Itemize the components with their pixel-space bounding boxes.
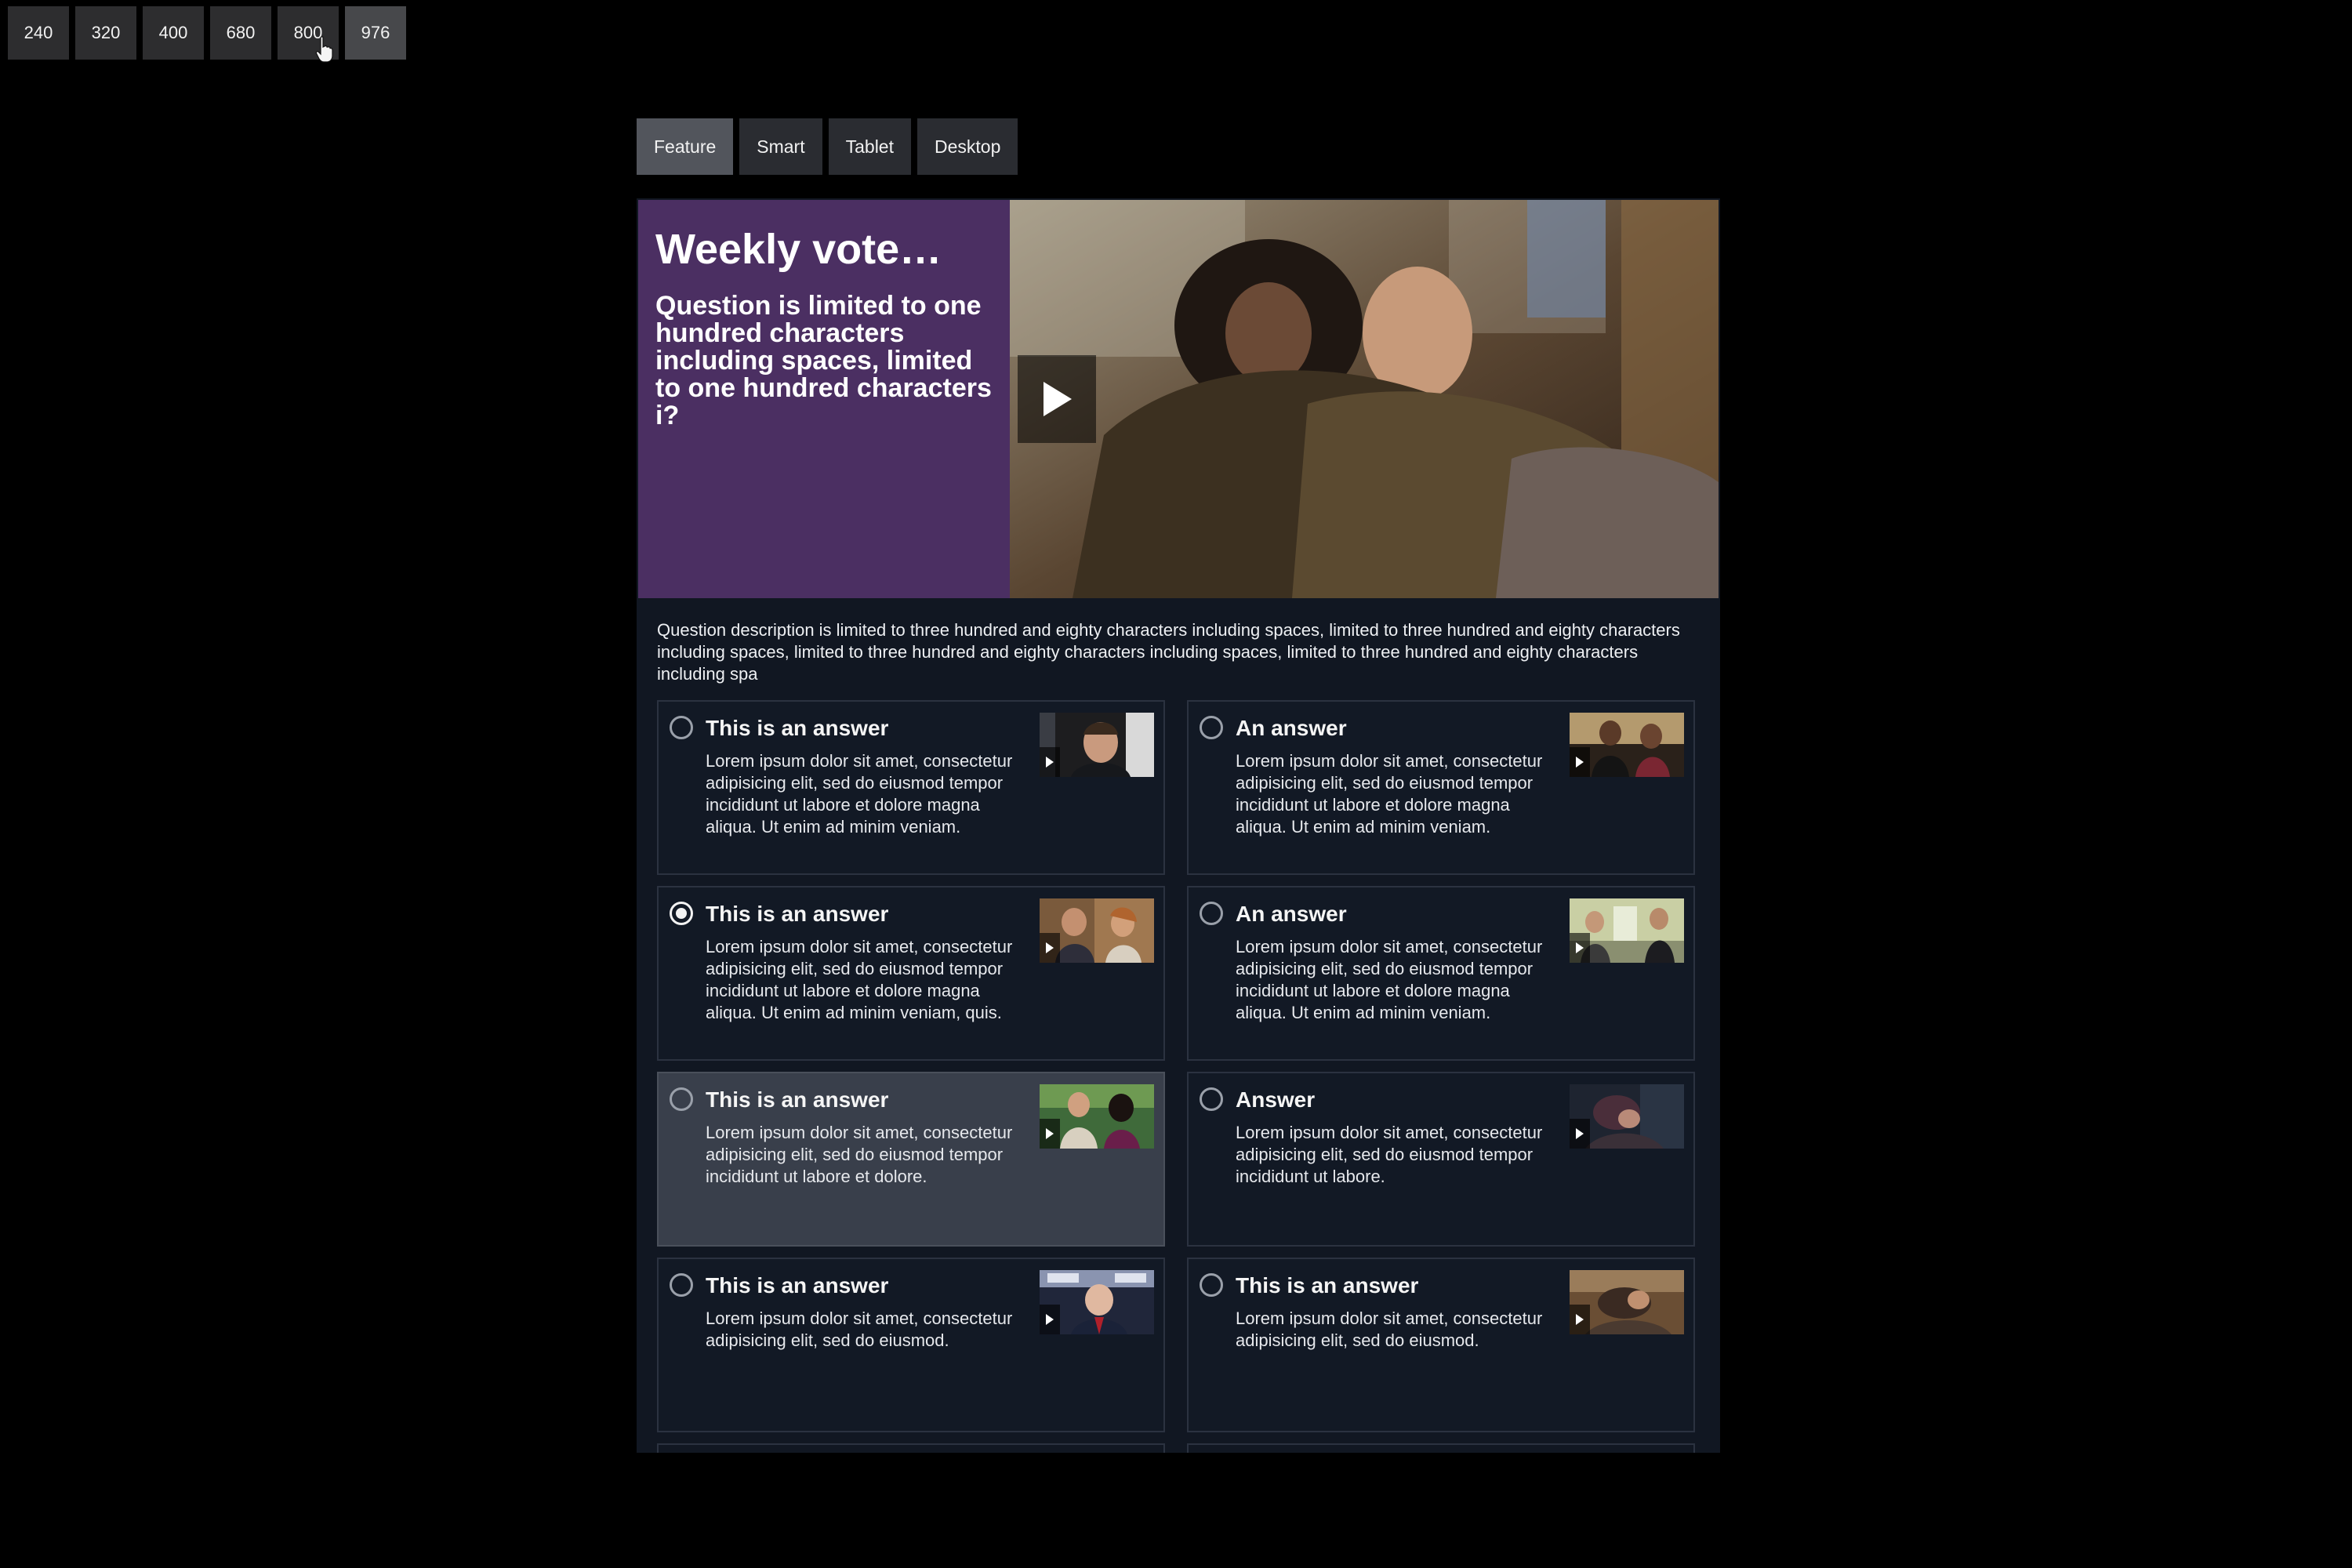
answer-card[interactable]: This is an answer Lorem ipsum dolor sit … xyxy=(657,700,1165,875)
answer-description: Lorem ipsum dolor sit amet, consectetur … xyxy=(706,751,1013,837)
answer-radio[interactable] xyxy=(670,716,693,739)
width-button-680[interactable]: 680 xyxy=(210,6,271,60)
answers-grid: This is an answer Lorem ipsum dolor sit … xyxy=(657,700,1703,1432)
thumbnail-play-button[interactable] xyxy=(1570,933,1590,963)
answer-card-partial xyxy=(1187,1443,1695,1453)
answer-card[interactable]: An answer Lorem ipsum dolor sit amet, co… xyxy=(1187,700,1695,875)
thumbnail-play-button[interactable] xyxy=(1570,1119,1590,1149)
answer-title: This is an answer xyxy=(706,1087,889,1112)
play-icon xyxy=(1576,757,1584,768)
weekly-vote-module: Weekly vote… Question is limited to one … xyxy=(637,198,1720,1453)
answer-title: An answer xyxy=(1236,902,1347,926)
vote-question: Question is limited to one hundred chara… xyxy=(655,291,992,430)
play-icon xyxy=(1046,1128,1054,1139)
answer-card[interactable]: An answer Lorem ipsum dolor sit amet, co… xyxy=(1187,886,1695,1061)
play-icon xyxy=(1576,942,1584,953)
answer-video-thumbnail[interactable] xyxy=(1040,1270,1154,1334)
play-icon xyxy=(1046,1314,1054,1325)
answer-radio[interactable] xyxy=(1200,902,1223,925)
tab-tablet[interactable]: Tablet xyxy=(828,118,911,175)
hero-text-panel: Weekly vote… Question is limited to one … xyxy=(638,200,1010,598)
answer-radio[interactable] xyxy=(1200,1087,1223,1111)
answer-radio[interactable] xyxy=(1200,716,1223,739)
answer-card[interactable]: This is an answer Lorem ipsum dolor sit … xyxy=(1187,1258,1695,1432)
answer-video-thumbnail[interactable] xyxy=(1570,1084,1684,1149)
vote-title: Weekly vote… xyxy=(655,226,942,273)
hero-play-button[interactable] xyxy=(1018,355,1096,443)
thumbnail-play-button[interactable] xyxy=(1040,1119,1060,1149)
hand-cursor-icon xyxy=(315,36,333,63)
hero-video[interactable] xyxy=(1010,200,1719,598)
vote-hero: Weekly vote… Question is limited to one … xyxy=(638,200,1719,598)
answer-title: An answer xyxy=(1236,716,1347,740)
thumbnail-play-button[interactable] xyxy=(1570,747,1590,777)
thumbnail-play-button[interactable] xyxy=(1570,1305,1590,1334)
next-row-cards-partial xyxy=(657,1443,1703,1453)
answer-radio-selected[interactable] xyxy=(670,902,693,925)
answer-description: Lorem ipsum dolor sit amet, consectetur … xyxy=(1236,1308,1543,1350)
answer-title: This is an answer xyxy=(706,902,889,926)
answer-video-thumbnail[interactable] xyxy=(1570,898,1684,963)
answer-description: Lorem ipsum dolor sit amet, consectetur … xyxy=(706,1123,1013,1186)
answer-video-thumbnail[interactable] xyxy=(1040,713,1154,777)
answer-radio[interactable] xyxy=(1200,1273,1223,1297)
play-icon xyxy=(1046,942,1054,953)
answer-title: Answer xyxy=(1236,1087,1316,1112)
answer-title: This is an answer xyxy=(706,1273,889,1298)
play-icon xyxy=(1044,382,1072,416)
answer-title: This is an answer xyxy=(1236,1273,1419,1298)
answer-description: Lorem ipsum dolor sit amet, consectetur … xyxy=(706,1308,1013,1350)
answer-video-thumbnail[interactable] xyxy=(1570,713,1684,777)
answer-card[interactable]: This is an answer Lorem ipsum dolor sit … xyxy=(657,886,1165,1061)
answer-card[interactable]: This is an answer Lorem ipsum dolor sit … xyxy=(657,1072,1165,1247)
answer-video-thumbnail[interactable] xyxy=(1040,898,1154,963)
answer-video-thumbnail[interactable] xyxy=(1040,1084,1154,1149)
play-icon xyxy=(1046,757,1054,768)
answer-card[interactable]: This is an answer Lorem ipsum dolor sit … xyxy=(657,1258,1165,1432)
answer-description: Lorem ipsum dolor sit amet, consectetur … xyxy=(1236,937,1543,1022)
answer-radio[interactable] xyxy=(670,1087,693,1111)
question-description: Question description is limited to three… xyxy=(657,620,1680,684)
width-button-240[interactable]: 240 xyxy=(8,6,69,60)
answer-title: This is an answer xyxy=(706,716,889,740)
hero-video-still xyxy=(1010,200,1719,598)
tab-desktop[interactable]: Desktop xyxy=(916,118,1018,175)
tab-feature[interactable]: Feature xyxy=(637,118,734,175)
answer-card-partial xyxy=(657,1443,1165,1453)
thumbnail-play-button[interactable] xyxy=(1040,1305,1060,1334)
thumbnail-play-button[interactable] xyxy=(1040,747,1060,777)
play-icon xyxy=(1576,1128,1584,1139)
answer-radio[interactable] xyxy=(670,1273,693,1297)
tab-smart[interactable]: Smart xyxy=(739,118,822,175)
answer-description: Lorem ipsum dolor sit amet, consectetur … xyxy=(1236,1123,1543,1186)
device-tabs: Feature Smart Tablet Desktop xyxy=(637,118,1018,175)
width-button-400[interactable]: 400 xyxy=(143,6,204,60)
answer-video-thumbnail[interactable] xyxy=(1570,1270,1684,1334)
thumbnail-play-button[interactable] xyxy=(1040,933,1060,963)
answer-card[interactable]: Answer Lorem ipsum dolor sit amet, conse… xyxy=(1187,1072,1695,1247)
answer-description: Lorem ipsum dolor sit amet, consectetur … xyxy=(706,937,1013,1022)
viewport-width-selector: 240 320 400 680 800 976 xyxy=(8,6,406,60)
width-button-320[interactable]: 320 xyxy=(75,6,136,60)
width-button-976[interactable]: 976 xyxy=(345,6,406,60)
answer-description: Lorem ipsum dolor sit amet, consectetur … xyxy=(1236,751,1543,837)
play-icon xyxy=(1576,1314,1584,1325)
